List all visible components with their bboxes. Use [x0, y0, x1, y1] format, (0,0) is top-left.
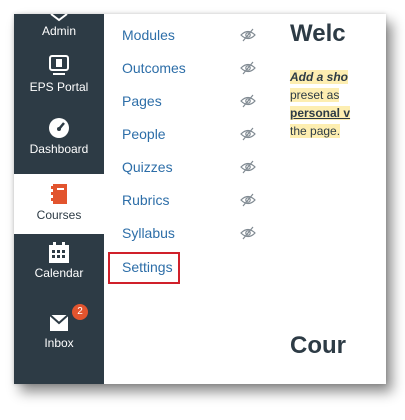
nav-courses-label: Courses	[36, 208, 82, 222]
eye-slash-icon	[240, 226, 256, 240]
nav-eps-portal[interactable]: EPS Portal	[14, 54, 104, 106]
eye-slash-icon	[240, 193, 256, 207]
course-nav-people[interactable]: People	[122, 126, 166, 142]
settings-highlight-box	[108, 252, 180, 284]
eye-slash-icon	[240, 127, 256, 141]
note-line-4: the page.	[290, 124, 341, 138]
nav-courses[interactable]: Courses	[14, 174, 104, 234]
eps-portal-icon	[49, 55, 69, 75]
nav-admin[interactable]: Admin	[14, 14, 104, 44]
eye-slash-icon	[240, 61, 256, 75]
courses-icon	[51, 184, 67, 204]
nav-dashboard[interactable]: Dashboard	[14, 116, 104, 170]
note-line-1: Add a sho	[290, 70, 349, 84]
admin-icon	[50, 14, 68, 22]
section-heading: Cour	[290, 332, 346, 359]
global-nav-rail: Admin EPS Portal Dashboard Courses Calen…	[14, 14, 104, 384]
nav-calendar-label: Calendar	[34, 266, 84, 280]
course-nav-modules[interactable]: Modules	[122, 27, 175, 43]
nav-inbox[interactable]: 2 Inbox	[14, 304, 104, 364]
eye-slash-icon	[240, 28, 256, 42]
page-title: Welc	[290, 20, 346, 47]
course-nav-quizzes[interactable]: Quizzes	[122, 159, 173, 175]
inbox-icon	[49, 314, 69, 331]
course-nav-outcomes[interactable]: Outcomes	[122, 60, 186, 76]
eye-slash-icon	[240, 94, 256, 108]
nav-calendar[interactable]: Calendar	[14, 242, 104, 296]
nav-dashboard-label: Dashboard	[29, 142, 89, 156]
nav-inbox-label: Inbox	[44, 336, 74, 350]
course-nav-syllabus[interactable]: Syllabus	[122, 225, 175, 241]
calendar-icon	[49, 242, 69, 263]
course-nav-rubrics[interactable]: Rubrics	[122, 192, 169, 208]
inbox-unread-badge: 2	[72, 304, 88, 320]
canvas-screenshot-frame: Admin EPS Portal Dashboard Courses Calen…	[14, 14, 386, 384]
note-link[interactable]: personal v	[290, 106, 351, 120]
eye-slash-icon	[240, 160, 256, 174]
nav-eps-portal-label: EPS Portal	[29, 80, 89, 94]
nav-admin-label: Admin	[41, 24, 76, 38]
note-line-2: preset as	[290, 88, 340, 102]
course-nav-pages[interactable]: Pages	[122, 93, 162, 109]
dashboard-icon	[49, 118, 69, 138]
